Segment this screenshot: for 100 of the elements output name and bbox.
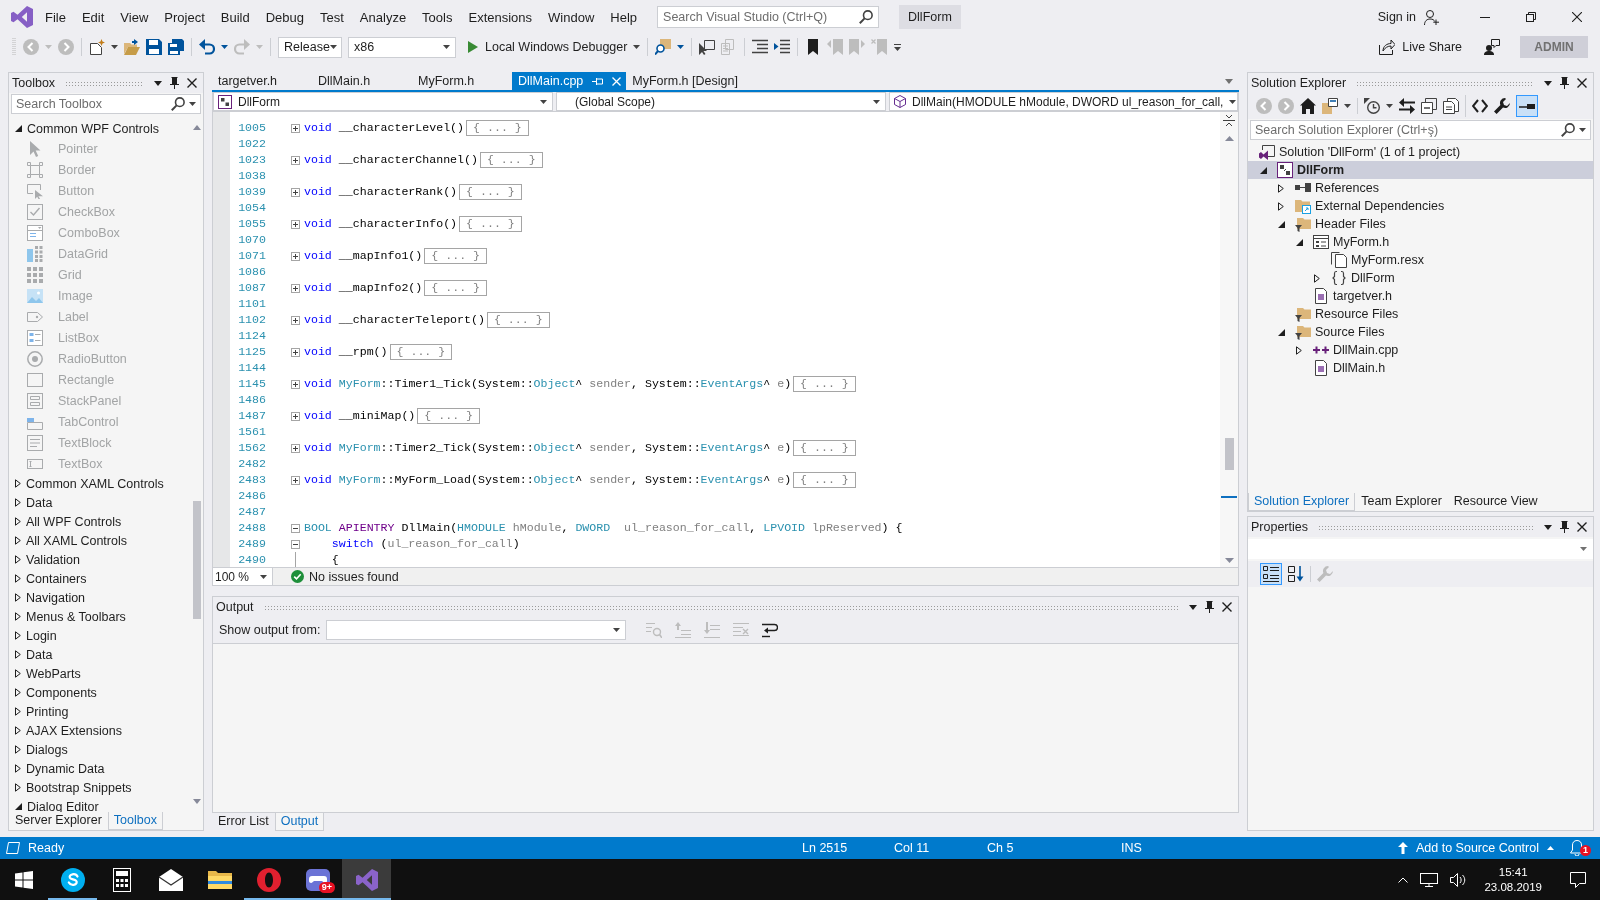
caret-down-icon[interactable] [189,102,196,106]
folder-window-icon[interactable] [1322,98,1338,114]
caret-down-icon[interactable] [260,574,267,579]
triangle-down-icon[interactable] [15,125,22,132]
collapsed-code-block[interactable]: { ... } [793,472,856,488]
caret-down-icon[interactable] [443,45,450,49]
menu-item[interactable]: Edit [73,6,113,28]
collapsed-code-block[interactable]: { ... } [466,120,529,136]
caret-down-icon[interactable] [633,45,641,49]
tree-item[interactable]: targetver.h [1248,287,1593,305]
member-dropdown[interactable]: DllMain(HMODULE hModule, DWORD ul_reason_for_call, [889,92,1238,111]
triangle-right-icon[interactable] [1278,201,1284,211]
plus-box-icon[interactable] [291,475,300,485]
add-to-source-control-button[interactable]: Add to Source Control [1398,841,1554,855]
overflow-caret-icon[interactable] [894,43,902,51]
triangle-right-icon[interactable] [15,726,21,735]
triangle-down-icon[interactable] [1260,166,1267,174]
clock-time[interactable]: 15:41 [1498,864,1528,880]
clock-date[interactable]: 23.08.2019 [1484,879,1542,895]
triangle-right-icon[interactable] [15,669,21,678]
collapsed-code-block[interactable]: { ... } [793,376,856,392]
preview-pane-icon[interactable] [1516,95,1538,117]
menu-item[interactable]: Extensions [460,6,541,28]
menu-item[interactable]: Analyze [351,6,415,28]
triangle-down-icon[interactable] [1278,220,1285,228]
toolbox-group[interactable]: Login [9,626,191,645]
toolbox-group[interactable]: Dynamic Data [9,759,191,778]
triangle-right-icon[interactable] [15,555,21,564]
close-icon[interactable] [1577,78,1587,88]
collapsed-code-block[interactable]: { ... } [793,440,856,456]
menu-item[interactable]: Tools [414,6,461,28]
tree-item[interactable]: Resource Files [1248,305,1593,323]
collapsed-code-block[interactable]: { ... } [424,248,487,264]
tree-item[interactable]: External Dependencies [1248,197,1593,215]
clock-icon[interactable] [1364,98,1380,114]
search-field[interactable]: Search Toolbox [11,94,201,114]
toolbox-group[interactable]: Common WPF Controls [9,119,191,138]
caret-down-icon[interactable] [613,628,621,632]
triangle-right-icon[interactable] [15,631,21,640]
tree-item[interactable]: MyForm.h [1248,233,1593,251]
menu-item[interactable]: Window [540,6,603,28]
panel-tab[interactable]: Team Explorer [1355,493,1448,511]
wrench-icon[interactable] [1494,98,1510,114]
toolbox-group[interactable]: Containers [9,569,191,588]
live-share-button[interactable]: Live Share [1379,39,1462,55]
tree-item[interactable]: MyForm.resx [1248,251,1593,269]
search-field[interactable]: Search Visual Studio (Ctrl+Q) [657,6,880,28]
panel-tab[interactable]: Solution Explorer [1248,493,1356,511]
undo-arrow-icon[interactable] [199,39,215,55]
person-chat-icon[interactable] [1484,39,1500,55]
caret-down-icon[interactable] [1544,524,1552,530]
plus-box-icon[interactable] [291,123,300,133]
plus-box-icon[interactable] [291,155,300,165]
toolbox-group[interactable]: Data [9,645,191,664]
configuration-dropdown[interactable]: Release [278,36,342,58]
scroll-down-arrow-icon[interactable] [193,799,201,804]
toolbox-group[interactable]: Validation [9,550,191,569]
zoom-dropdown[interactable]: 100 % [213,568,273,585]
caret-down-icon[interactable] [1386,104,1393,108]
person-plus-icon[interactable] [1424,9,1439,25]
ribbon-logo-icon[interactable] [11,6,33,28]
taskbar-app-button[interactable]: 9+ [293,859,342,900]
toolbox-group[interactable]: Common XAML Controls [9,474,191,493]
caret-down-icon[interactable] [1229,99,1237,104]
plus-box-icon[interactable] [291,283,300,293]
categorized-list-icon[interactable] [1260,563,1282,585]
editor-tab[interactable]: targetver.h [212,72,312,90]
home-icon[interactable] [1300,98,1316,114]
tree-item[interactable]: DllMain.cpp [1248,341,1593,359]
tree-item[interactable]: DllForm [1248,269,1593,287]
tree-item[interactable]: Solution 'DllForm' (1 of 1 project) [1248,143,1593,161]
save-icon[interactable] [146,39,162,55]
caret-down-icon[interactable] [1579,128,1586,132]
sign-in-link[interactable]: Sign in [1377,10,1416,24]
triangle-right-icon[interactable] [15,707,21,716]
menu-item[interactable]: File [37,6,74,28]
pin-icon[interactable] [1560,77,1569,89]
tree-item[interactable]: DllMain.h [1248,359,1593,377]
triangle-right-icon[interactable] [15,536,21,545]
minus-box-icon[interactable] [291,523,300,533]
collapsed-code-block[interactable]: { ... } [479,152,543,168]
toolbox-group[interactable]: Printing [9,702,191,721]
collapsed-code-block[interactable]: { ... } [417,408,481,424]
triangle-down-icon[interactable] [1296,238,1303,246]
collapsed-code-block[interactable]: { ... } [424,280,487,296]
search-icon[interactable] [1561,123,1575,137]
save-all-icon[interactable] [168,39,184,55]
pin-icon[interactable] [1205,601,1214,613]
panel-tab[interactable]: Error List [212,813,275,831]
scope-dropdown[interactable]: (Global Scope) [556,92,886,111]
menu-item[interactable]: Build [212,6,258,28]
triangle-right-icon[interactable] [15,783,21,792]
scroll-up-arrow-icon[interactable] [1224,136,1234,141]
triangle-down-icon[interactable] [15,803,22,810]
panel-tab[interactable]: Server Explorer [9,812,108,830]
code-brackets-icon[interactable] [1472,98,1488,114]
menu-item[interactable]: View [112,6,157,28]
pin-icon[interactable] [170,77,179,89]
panel-tab[interactable]: Output [274,813,325,831]
triangle-right-icon[interactable] [15,574,21,583]
